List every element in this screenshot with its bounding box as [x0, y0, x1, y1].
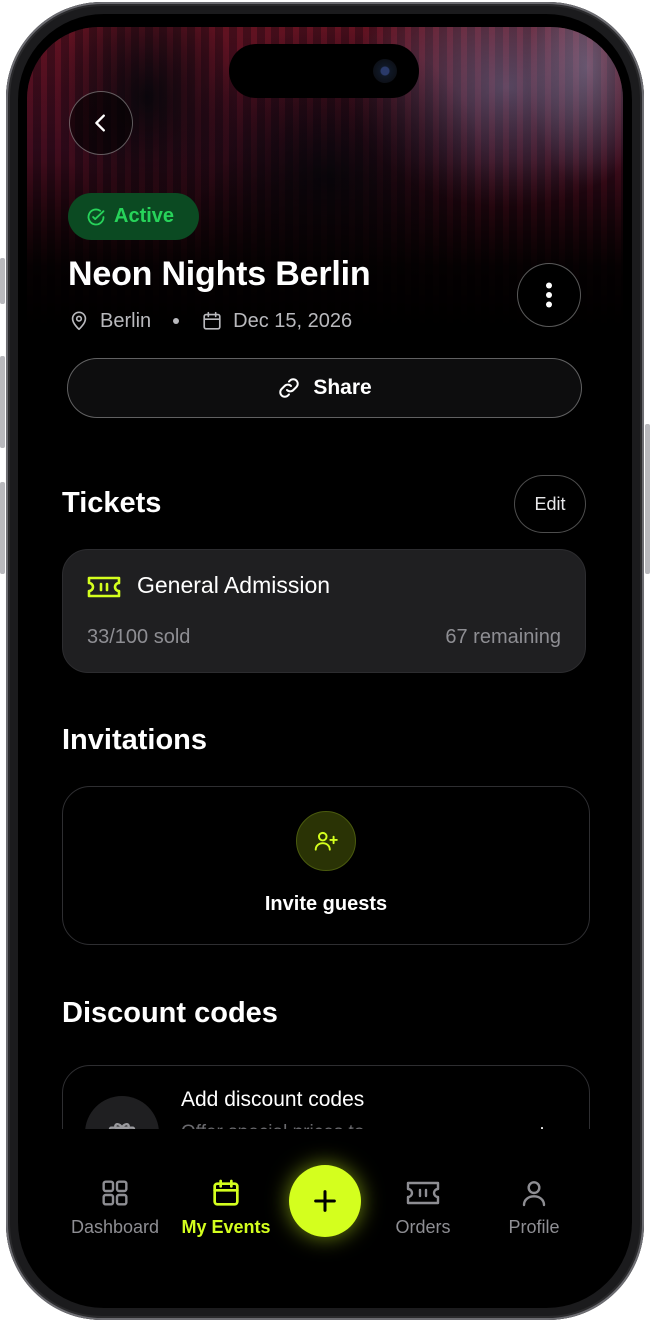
user-icon	[522, 1181, 546, 1207]
link-icon	[279, 378, 300, 398]
nav-label-my-events: My Events	[181, 1217, 271, 1237]
chevron-left-icon	[95, 114, 105, 132]
nav-label-orders: Orders	[395, 1217, 451, 1237]
tickets-section-title: Tickets	[62, 487, 162, 519]
share-label: Share	[313, 376, 372, 399]
map-pin-icon	[71, 311, 87, 331]
volume-up-button	[0, 356, 5, 448]
invite-icon-circle	[296, 811, 356, 871]
event-title: Neon Nights Berlin	[68, 255, 371, 293]
status-badge: Active	[68, 193, 199, 240]
invite-guests-card[interactable]: Invite guests	[62, 786, 590, 945]
event-location: Berlin	[100, 309, 152, 332]
event-meta: Berlin Dec 15, 2026	[68, 307, 352, 335]
edit-tickets-button[interactable]: Edit	[514, 475, 586, 533]
status-label: Active	[114, 205, 175, 227]
ticket-sold: 33/100 sold	[87, 626, 191, 648]
discounts-section-title: Discount codes	[62, 997, 278, 1029]
back-button[interactable]	[69, 91, 133, 155]
nav-item-my-events[interactable]: My Events	[171, 1177, 281, 1238]
volume-down-button	[0, 482, 5, 574]
plus-icon	[314, 1190, 336, 1212]
more-options-button[interactable]	[517, 263, 581, 327]
add-discount-title: Add discount codes	[181, 1088, 365, 1111]
dynamic-island	[229, 44, 419, 98]
user-plus-icon	[314, 831, 338, 851]
event-date: Dec 15, 2026	[233, 309, 353, 332]
create-event-button[interactable]	[289, 1165, 361, 1237]
ticket-remaining: 67 remaining	[445, 626, 561, 648]
invite-guests-label: Invite guests	[264, 893, 388, 915]
nav-item-dashboard[interactable]: Dashboard	[60, 1177, 170, 1238]
silent-switch	[0, 258, 5, 304]
more-vertical-icon	[546, 282, 552, 308]
nav-label-profile: Profile	[508, 1217, 560, 1237]
app-screen: Active Neon Nights Berlin Berlin Dec 15,…	[27, 27, 623, 1295]
power-button	[645, 424, 650, 574]
grid-icon	[102, 1180, 128, 1206]
bottom-nav: Dashboard My Events Orders Profile	[27, 1129, 623, 1295]
nav-item-orders[interactable]: Orders	[368, 1177, 478, 1238]
share-button[interactable]: Share	[67, 358, 582, 418]
meta-separator	[173, 318, 180, 324]
ticket-icon	[87, 576, 121, 598]
calendar-icon	[213, 1179, 239, 1206]
check-circle-icon	[87, 208, 105, 225]
nav-item-profile[interactable]: Profile	[479, 1177, 589, 1238]
invitations-section-title: Invitations	[62, 724, 208, 756]
ticket-name: General Admission	[137, 572, 331, 598]
ticket-icon	[406, 1181, 440, 1205]
calendar-icon	[203, 311, 221, 330]
ticket-card[interactable]: General Admission 33/100 sold 67 remaini…	[62, 549, 586, 673]
nav-label-dashboard: Dashboard	[70, 1217, 160, 1237]
